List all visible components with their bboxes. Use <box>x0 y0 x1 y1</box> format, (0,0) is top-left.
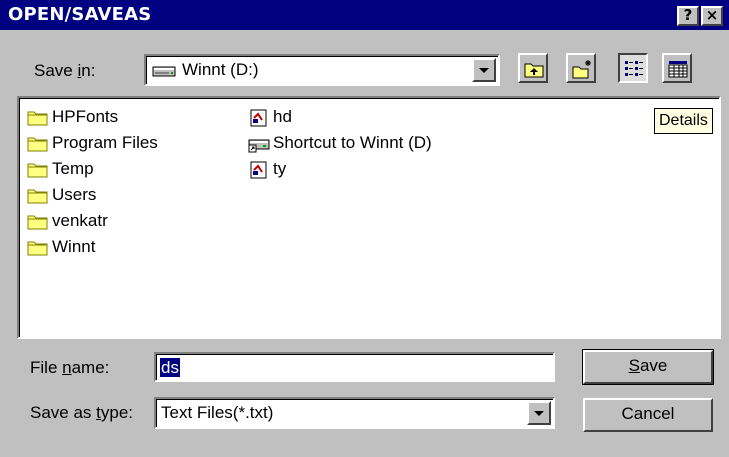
save-button[interactable]: Save <box>582 349 714 385</box>
up-one-level-button[interactable] <box>518 53 548 83</box>
save-as-type-value: Text Files(*.txt) <box>161 403 274 422</box>
item-label: Program Files <box>52 133 158 152</box>
file-name-input[interactable]: ds <box>154 352 555 382</box>
details-tooltip: Details <box>654 108 713 134</box>
text-file-icon <box>248 109 270 127</box>
file-list[interactable]: HPFonts Program Files Temp Users venkatr… <box>17 96 721 339</box>
folder-icon <box>27 161 49 179</box>
folder-icon <box>27 213 49 231</box>
item-label: Winnt <box>52 237 96 256</box>
help-icon: ? <box>683 6 693 24</box>
file-name-value: ds <box>160 358 180 377</box>
folder-icon <box>27 109 49 127</box>
item-label: ty <box>273 159 287 178</box>
drive-icon <box>152 63 176 84</box>
item-label: HPFonts <box>52 107 119 126</box>
folder-icon <box>27 135 49 153</box>
item-label: hd <box>273 107 292 126</box>
folder-icon <box>27 187 49 205</box>
save-in-combo[interactable]: Winnt (D:) <box>144 54 500 86</box>
folder-icon <box>27 239 49 257</box>
drive-shortcut-icon <box>248 135 270 153</box>
text-file-icon <box>248 161 270 179</box>
close-icon: × <box>705 6 719 24</box>
save-in-value: Winnt (D:) <box>182 60 259 79</box>
window-title: OPEN/SAVEAS <box>8 4 152 25</box>
save-as-type-combo[interactable]: Text Files(*.txt) <box>154 397 555 429</box>
help-button[interactable]: ? <box>677 6 699 26</box>
save-as-type-label: Save as type: <box>30 403 134 422</box>
list-view-button[interactable] <box>618 53 648 83</box>
details-view-button[interactable] <box>662 53 692 83</box>
save-in-label: Save in: <box>34 61 96 80</box>
file-name-label: File name: <box>30 358 110 377</box>
item-label: venkatr <box>52 211 108 230</box>
cancel-button[interactable]: Cancel <box>583 398 713 432</box>
item-label: Users <box>52 185 97 204</box>
close-button[interactable]: × <box>701 6 723 26</box>
open-saveas-dialog: OPEN/SAVEAS ? × Save in: Winnt (D:) HPFo… <box>0 0 729 457</box>
item-label: Temp <box>52 159 94 178</box>
item-label: Shortcut to Winnt (D) <box>273 133 432 152</box>
save-in-dropdown-button[interactable] <box>472 58 496 82</box>
title-bar[interactable]: OPEN/SAVEAS ? × <box>0 0 729 30</box>
save-as-type-dropdown-button[interactable] <box>527 401 551 425</box>
create-new-folder-button[interactable] <box>566 53 596 83</box>
